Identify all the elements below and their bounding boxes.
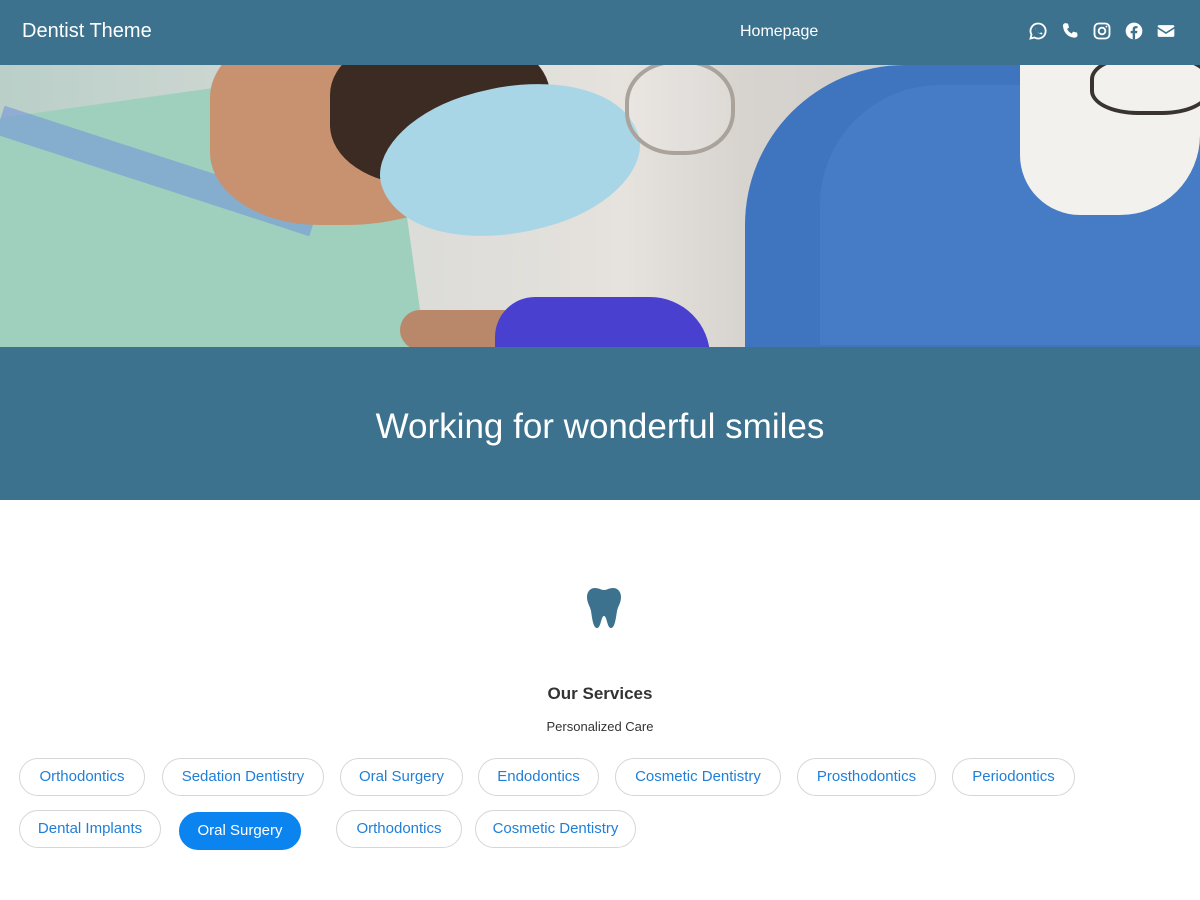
hero-image (0, 65, 1200, 347)
service-pill[interactable]: Periodontics (952, 758, 1075, 796)
instagram-icon[interactable] (1092, 20, 1112, 42)
tooth-icon (587, 588, 621, 628)
service-pill[interactable]: Cosmetic Dentistry (615, 758, 781, 796)
phone-icon[interactable] (1060, 20, 1080, 42)
banner-title: Working for wonderful smiles (375, 407, 825, 446)
service-pill[interactable]: Prosthodontics (797, 758, 936, 796)
whatsapp-icon[interactable] (1028, 20, 1048, 42)
service-pill[interactable]: Dental Implants (19, 810, 161, 848)
service-pill-active[interactable]: Oral Surgery (179, 812, 301, 850)
site-header: Dentist Theme Homepage (0, 0, 1200, 65)
facebook-icon[interactable] (1124, 20, 1144, 42)
services-subtitle: Personalized Care (546, 719, 654, 734)
service-pill[interactable]: Sedation Dentistry (162, 758, 324, 796)
hero-banner: Working for wonderful smiles (0, 347, 1200, 500)
service-pill[interactable]: Cosmetic Dentistry (475, 810, 636, 848)
mail-icon[interactable] (1156, 20, 1176, 42)
service-pill[interactable]: Orthodontics (336, 810, 462, 848)
brand-link[interactable]: Dentist Theme (22, 20, 152, 43)
service-pill[interactable]: Oral Surgery (340, 758, 463, 796)
services-title: Our Services (547, 684, 653, 703)
service-pill[interactable]: Orthodontics (19, 758, 145, 796)
nav-homepage-link[interactable]: Homepage (740, 23, 818, 41)
social-links (1028, 20, 1176, 42)
service-pill[interactable]: Endodontics (478, 758, 599, 796)
